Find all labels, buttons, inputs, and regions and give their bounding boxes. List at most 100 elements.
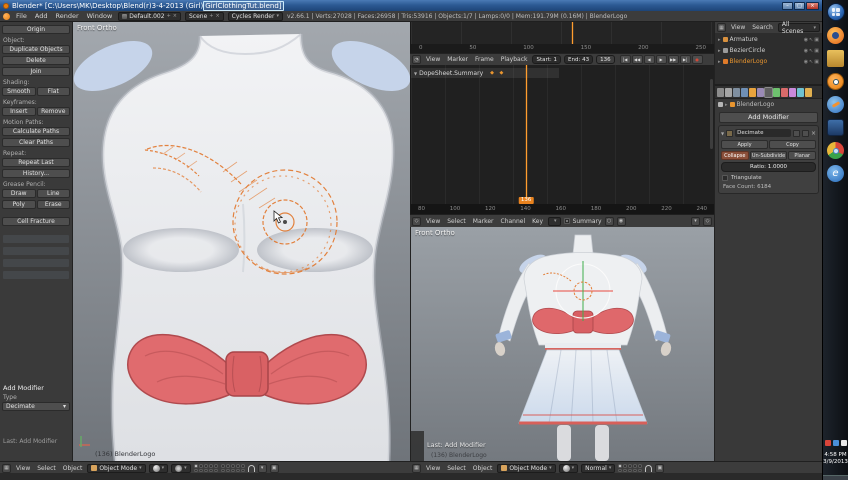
add-modifier-button[interactable]: Add Modifier: [719, 112, 818, 123]
layers-toggle[interactable]: [193, 464, 218, 472]
pivot-point-select[interactable]: ▾: [171, 463, 191, 473]
window-titlebar[interactable]: Blender* [C:\Users\MK\Desktop\Blend(r)3-…: [0, 0, 822, 11]
model-full-body[interactable]: [411, 227, 714, 461]
dopesheet-menu-channel[interactable]: Channel: [499, 218, 528, 225]
editor-type-icon[interactable]: ▦: [717, 23, 726, 32]
outliner-menu-search[interactable]: Search: [750, 24, 775, 31]
gp-line-button[interactable]: Line: [36, 189, 70, 198]
timeline-menu-marker[interactable]: Marker: [445, 56, 470, 63]
add-scene-button[interactable]: +: [209, 13, 213, 19]
dopesheet-menu-view[interactable]: View: [424, 218, 442, 225]
taskbar-blender-icon[interactable]: [827, 73, 844, 90]
timeline-ruler[interactable]: 0 50 100 150 200 250: [411, 44, 714, 53]
taskbar-app-icon[interactable]: [827, 119, 844, 136]
visibility-eye-icon[interactable]: ◉: [804, 37, 808, 43]
taskbar-browser-icon[interactable]: [827, 27, 844, 44]
dopesheet-mode-select[interactable]: ▾: [548, 216, 561, 226]
show-desktop-button[interactable]: [822, 475, 848, 480]
add-layout-button[interactable]: +: [167, 13, 171, 19]
fast-forward-button[interactable]: ▶▶: [667, 55, 679, 64]
gp-erase-button[interactable]: Erase: [36, 200, 70, 209]
collapse-icon[interactable]: ▼: [721, 131, 724, 136]
view-menu[interactable]: View: [14, 465, 32, 472]
viewport-second[interactable]: Front Ortho Last: Add Modifier (136) Ble…: [410, 227, 714, 461]
repeat-last-button[interactable]: Repeat Last: [2, 158, 70, 167]
visibility-eye-icon[interactable]: ◉: [804, 48, 808, 54]
filter-icon[interactable]: ◉: [616, 216, 626, 226]
outliner-item-beziercircle[interactable]: ▸ BezierCircle ◉ ↖ ▣: [715, 45, 822, 56]
selectability-icon[interactable]: ↖: [809, 59, 813, 65]
jump-to-end-button[interactable]: ▶|: [679, 55, 691, 64]
tray-icon-blue[interactable]: [832, 440, 839, 446]
tab-particles-icon[interactable]: [797, 87, 804, 97]
tab-render-layers-icon[interactable]: [725, 87, 732, 97]
render-opengl-icon[interactable]: ▣: [269, 463, 279, 473]
outliner-item-blenderlogo[interactable]: ▸ BlenderLogo ◉ ↖ ▣: [715, 56, 822, 67]
screen-layout-select[interactable]: Default.002 + ×: [118, 11, 181, 21]
modifier-type-select[interactable]: Decimate ▾: [2, 402, 70, 411]
clear-paths-button[interactable]: Clear Paths: [2, 138, 70, 147]
visibility-eye-icon[interactable]: ◉: [804, 59, 808, 65]
play-reverse-button[interactable]: ◀: [643, 55, 655, 64]
outliner-display-select[interactable]: All Scenes ▾: [777, 21, 820, 35]
tab-object-data-icon[interactable]: [773, 87, 780, 97]
planar-mode-button[interactable]: Planar: [788, 151, 817, 160]
insert-keyframe-button[interactable]: Insert: [2, 107, 36, 116]
view-menu[interactable]: View: [424, 465, 442, 472]
render-toggle-icon[interactable]: ▣: [814, 48, 819, 54]
tab-render-icon[interactable]: [717, 87, 724, 97]
triangulate-checkbox[interactable]: [722, 175, 728, 181]
taskbar-ie-icon[interactable]: e: [827, 165, 844, 182]
keyframe-diamonds[interactable]: ◆ ◆: [490, 70, 505, 76]
snap-magnet-icon[interactable]: [645, 464, 653, 472]
taskbar-chrome-icon[interactable]: [827, 142, 844, 159]
mode-select[interactable]: Object Mode ▾: [87, 463, 146, 473]
select-menu[interactable]: Select: [445, 465, 468, 472]
summary-checkbox[interactable]: [563, 218, 570, 224]
snap-mode-select[interactable]: ▾: [691, 216, 700, 226]
tray-icon-white[interactable]: [840, 440, 847, 446]
expand-icon[interactable]: ▸: [718, 37, 721, 43]
close-button[interactable]: ×: [806, 1, 819, 10]
menu-window[interactable]: Window: [85, 12, 115, 20]
modifier-name-field[interactable]: Decimate: [735, 129, 791, 137]
menu-file[interactable]: File: [14, 12, 29, 20]
history-button[interactable]: History...: [2, 169, 70, 178]
jump-to-start-button[interactable]: |◀: [619, 55, 631, 64]
origin-button[interactable]: Origin: [2, 25, 70, 34]
start-button[interactable]: [826, 3, 845, 21]
duplicate-objects-button[interactable]: Duplicate Objects: [2, 45, 70, 54]
gp-draw-button[interactable]: Draw: [2, 189, 36, 198]
delete-layout-button[interactable]: ×: [173, 13, 177, 19]
outliner-item-armature[interactable]: ▸ Armature ◉ ↖ ▣: [715, 34, 822, 45]
render-engine-select[interactable]: Cycles Render ▾: [227, 11, 283, 21]
ghost-filter-icon[interactable]: ○: [604, 216, 614, 226]
render-toggle-icon[interactable]: ▣: [814, 37, 819, 43]
editor-type-icon[interactable]: ▦: [2, 463, 11, 473]
timeline-menu-playback[interactable]: Playback: [499, 56, 530, 63]
collapse-icon[interactable]: ▼: [414, 71, 417, 76]
play-button[interactable]: ▶: [655, 55, 667, 64]
smooth-button[interactable]: Smooth: [2, 87, 36, 96]
tab-constraints-icon[interactable]: [757, 87, 764, 97]
tab-world-icon[interactable]: [741, 87, 748, 97]
timeline-menu-frame[interactable]: Frame: [473, 56, 496, 63]
delete-scene-button[interactable]: ×: [215, 13, 219, 19]
viewport-visibility-toggle[interactable]: [801, 129, 809, 137]
dopesheet-menu-select[interactable]: Select: [445, 218, 468, 225]
mode-select[interactable]: Object Mode ▾: [497, 463, 556, 473]
editor-type-icon[interactable]: ◔: [412, 55, 421, 64]
collapsed-panel[interactable]: [411, 431, 424, 461]
taskbar-clock[interactable]: 4:58 PM 3/9/2013: [823, 452, 848, 466]
collapse-mode-button[interactable]: Collapse: [721, 151, 749, 160]
expand-icon[interactable]: ▸: [718, 59, 721, 65]
dopesheet-summary-channel[interactable]: ▼ DopeSheet.Summary ◆ ◆: [411, 68, 559, 78]
snap-element-select[interactable]: ▾: [257, 463, 267, 473]
dopesheet-scrollbar[interactable]: [710, 79, 713, 149]
timeline-editor[interactable]: 0 50 100 150 200 250: [410, 22, 714, 53]
blender-logo-icon[interactable]: [3, 12, 10, 20]
outliner-menu-view[interactable]: View: [729, 24, 747, 31]
menu-add[interactable]: Add: [33, 12, 50, 20]
tab-physics-icon[interactable]: [805, 87, 812, 97]
render-toggle-icon[interactable]: ▣: [814, 59, 819, 65]
